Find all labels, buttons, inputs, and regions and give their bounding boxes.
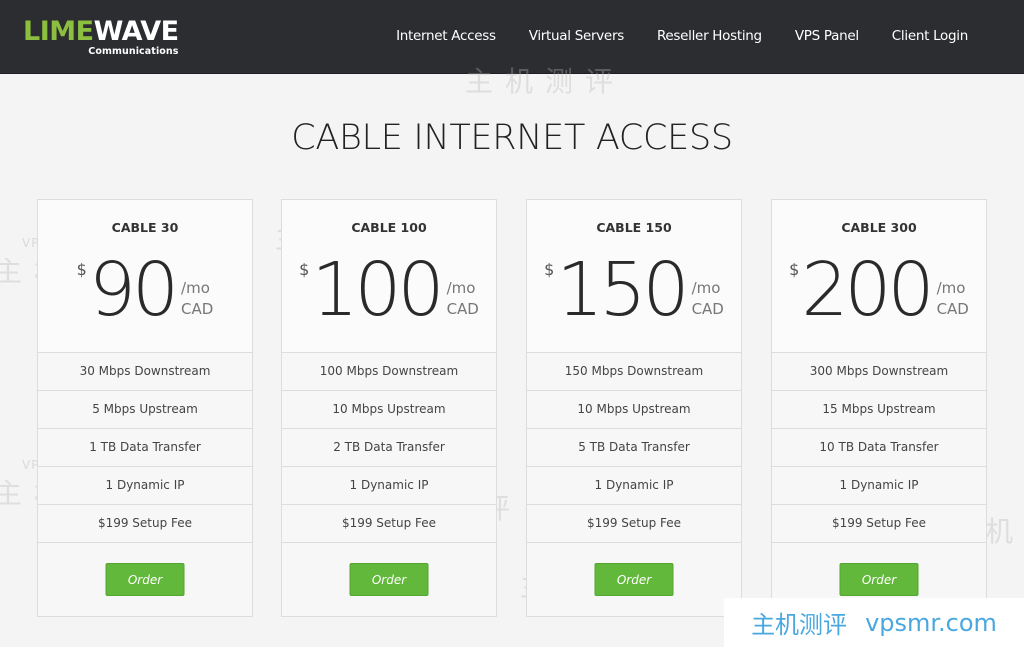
price-amount: 100 (311, 247, 444, 333)
plan-feature: 1 Dynamic IP (772, 467, 986, 505)
page-title: CABLE INTERNET ACCESS (291, 118, 733, 158)
plan-feature: 1 Dynamic IP (527, 467, 741, 505)
plan-feature: 1 Dynamic IP (282, 467, 496, 505)
price-amount: 150 (556, 247, 689, 333)
plan-feature: 5 TB Data Transfer (527, 429, 741, 467)
top-navbar: LIMEWAVE Communications Internet Access … (0, 0, 1024, 74)
plan-feature: 10 TB Data Transfer (772, 429, 986, 467)
watermark-banner: 主机测评 vpsmr.com (724, 598, 1024, 647)
plan-feature: 10 Mbps Upstream (527, 391, 741, 429)
nav-reseller-hosting[interactable]: Reseller Hosting (657, 26, 762, 46)
plan-feature: 100 Mbps Downstream (282, 353, 496, 391)
currency-symbol: $ (544, 260, 555, 279)
plan-name: CABLE 300 (841, 220, 917, 235)
plan-card-cable-150: CABLE 150 $ 150 /mo CAD 150 Mbps Downstr… (526, 199, 742, 617)
plan-card-cable-30: CABLE 30 $ 90 /mo CAD 30 Mbps Downstream… (37, 199, 253, 617)
plan-feature: 150 Mbps Downstream (527, 353, 741, 391)
order-button[interactable]: Order (105, 563, 185, 596)
plan-card-cable-300: CABLE 300 $ 200 /mo CAD 300 Mbps Downstr… (771, 199, 987, 617)
nav-internet-access[interactable]: Internet Access (396, 26, 496, 46)
price-period: /mo (691, 279, 721, 297)
limewave-logo[interactable]: LIMEWAVE Communications (23, 18, 179, 58)
plan-name: CABLE 150 (596, 220, 672, 235)
plan-price: $ 200 /mo CAD (772, 250, 986, 330)
plan-footer: Order (527, 543, 741, 618)
plan-feature: $199 Setup Fee (282, 505, 496, 543)
price-amount: 90 (88, 247, 179, 333)
currency-symbol: $ (789, 260, 800, 279)
price-unit: /mo CAD (447, 278, 479, 320)
plan-header: CABLE 150 $ 150 /mo CAD (527, 200, 741, 353)
plan-header: CABLE 300 $ 200 /mo CAD (772, 200, 986, 353)
plan-price: $ 90 /mo CAD (38, 250, 252, 330)
price-unit: /mo CAD (181, 278, 213, 320)
plan-header: CABLE 100 $ 100 /mo CAD (282, 200, 496, 353)
plan-feature: $199 Setup Fee (38, 505, 252, 543)
plan-feature: 2 TB Data Transfer (282, 429, 496, 467)
logo-lime-text: LIME (23, 16, 94, 47)
price-currency-code: CAD (181, 300, 214, 318)
price-period: /mo (936, 279, 966, 297)
main-nav: Internet Access Virtual Servers Reseller… (363, 26, 968, 46)
plan-footer: Order (38, 543, 252, 618)
order-button[interactable]: Order (594, 563, 674, 596)
logo-subtitle: Communications (88, 46, 179, 57)
watermark-banner-cn: 主机测评 (751, 611, 848, 639)
price-currency-code: CAD (936, 300, 969, 318)
order-button[interactable]: Order (349, 563, 429, 596)
price-amount: 200 (801, 247, 934, 333)
order-button[interactable]: Order (839, 563, 919, 596)
price-currency-code: CAD (446, 300, 479, 318)
price-unit: /mo CAD (692, 278, 724, 320)
plan-card-cable-100: CABLE 100 $ 100 /mo CAD 100 Mbps Downstr… (281, 199, 497, 617)
nav-virtual-servers[interactable]: Virtual Servers (529, 26, 625, 46)
plan-price: $ 100 /mo CAD (282, 250, 496, 330)
watermark-banner-url: vpsmr.com (865, 608, 997, 637)
plan-feature: 1 Dynamic IP (38, 467, 252, 505)
plan-feature: $199 Setup Fee (772, 505, 986, 543)
logo-wave-text: WAVE (93, 16, 179, 47)
plan-feature: 300 Mbps Downstream (772, 353, 986, 391)
plan-feature: 30 Mbps Downstream (38, 353, 252, 391)
price-currency-code: CAD (691, 300, 724, 318)
logo-wordmark: LIMEWAVE (23, 18, 179, 46)
currency-symbol: $ (299, 260, 310, 279)
price-period: /mo (446, 279, 476, 297)
plan-name: CABLE 100 (351, 220, 427, 235)
plan-feature: 5 Mbps Upstream (38, 391, 252, 429)
plan-footer: Order (282, 543, 496, 618)
nav-vps-panel[interactable]: VPS Panel (795, 26, 859, 46)
price-period: /mo (181, 279, 210, 297)
plan-feature: 10 Mbps Upstream (282, 391, 496, 429)
plan-feature: 15 Mbps Upstream (772, 391, 986, 429)
plan-header: CABLE 30 $ 90 /mo CAD (38, 200, 252, 353)
plan-feature: $199 Setup Fee (527, 505, 741, 543)
price-unit: /mo CAD (937, 278, 969, 320)
plan-name: CABLE 30 (111, 220, 179, 235)
plan-feature: 1 TB Data Transfer (38, 429, 252, 467)
nav-client-login[interactable]: Client Login (892, 26, 969, 46)
currency-symbol: $ (76, 260, 87, 279)
plan-price: $ 150 /mo CAD (527, 250, 741, 330)
